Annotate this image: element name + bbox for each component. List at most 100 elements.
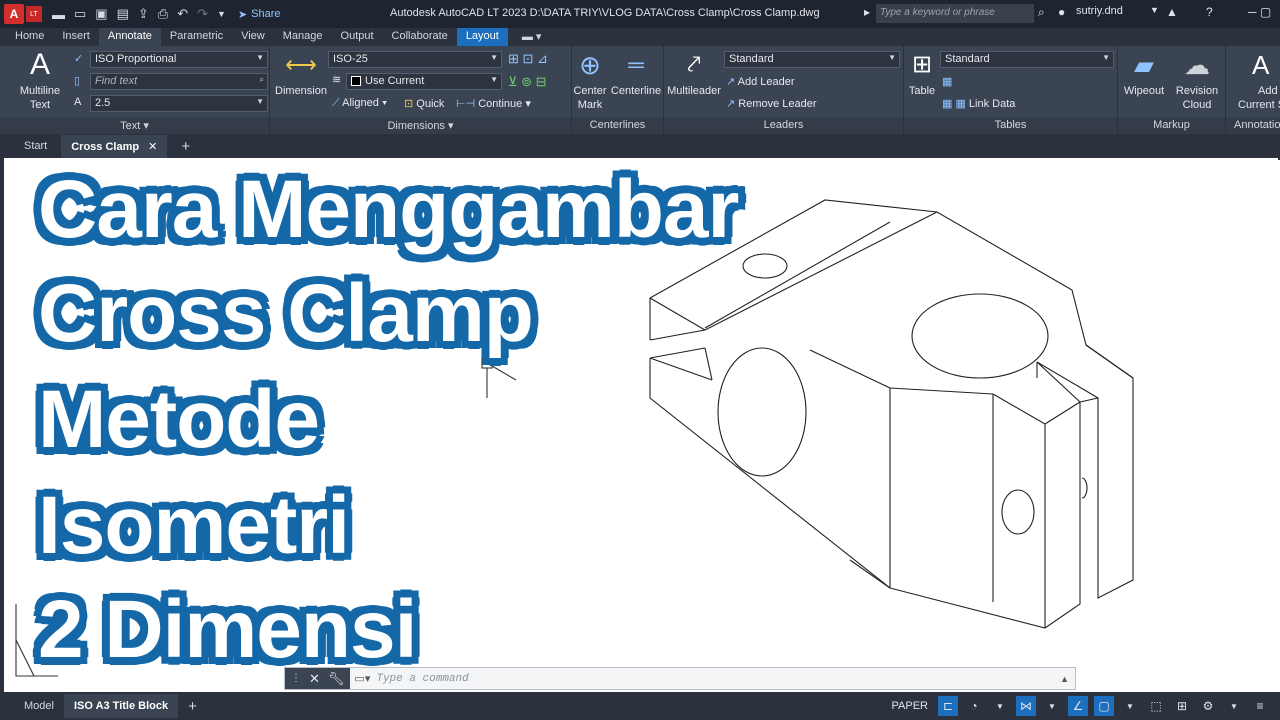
redo-icon[interactable]: ↷ bbox=[197, 6, 208, 22]
close-icon[interactable]: ✕ bbox=[309, 671, 320, 687]
check-spelling-icon[interactable]: ✓ bbox=[74, 52, 83, 65]
dropdown-icon-2[interactable]: ▼ bbox=[1042, 696, 1062, 716]
dimension-button[interactable]: ⟷ Dimension bbox=[274, 50, 328, 98]
link-data-button[interactable]: ▦ ▦ Link Data bbox=[942, 97, 1015, 110]
snap-icon[interactable]: ◔ bbox=[964, 696, 984, 716]
tab-insert[interactable]: Insert bbox=[53, 28, 99, 46]
add-current-scale-button[interactable]: A Add Current S bbox=[1232, 50, 1280, 112]
wrench-icon[interactable]: 🔧︎ bbox=[328, 671, 345, 687]
tab-annotate[interactable]: Annotate bbox=[98, 28, 161, 46]
help-icon[interactable]: ? bbox=[1206, 5, 1213, 19]
selection-cycling-icon[interactable]: ⬚ bbox=[1146, 696, 1166, 716]
table-icon: ⊞ bbox=[911, 51, 933, 78]
center-mark-label: Center bbox=[573, 85, 607, 97]
continue-dimension-button[interactable]: ⊢⊣ Continue ▾ bbox=[456, 97, 531, 110]
layout-tab-iso-a3[interactable]: ISO A3 Title Block bbox=[63, 694, 179, 718]
center-mark-icon: ⊕ bbox=[579, 50, 601, 80]
chevron-right-icon[interactable]: ▸ bbox=[864, 5, 870, 19]
clamp-edge bbox=[1079, 397, 1099, 403]
new-tab-icon[interactable]: + bbox=[171, 133, 200, 160]
command-prompt-icon[interactable]: ▭▾ bbox=[354, 672, 370, 685]
dropdown-icon-3[interactable]: ▼ bbox=[1120, 696, 1140, 716]
autodesk-app-icon[interactable]: ▲ bbox=[1166, 5, 1178, 19]
dim-tools-row-1[interactable]: ⊞ ⊡ ⊿ bbox=[508, 51, 548, 67]
tab-layout[interactable]: Layout bbox=[456, 28, 508, 46]
ribbon-tabs: Home Insert Annotate Parametric View Man… bbox=[0, 28, 1280, 46]
tab-collaborate[interactable]: Collaborate bbox=[383, 28, 457, 46]
new-file-icon[interactable]: ▬ bbox=[52, 7, 65, 22]
customize-toolbar-icon[interactable]: ▼ bbox=[217, 9, 226, 19]
open-file-icon[interactable]: ▭ bbox=[74, 6, 86, 22]
window-controls[interactable]: ─ ▢ bbox=[1248, 5, 1271, 19]
command-line: ⋮ ✕ 🔧︎ ▭▾ Type a command ▲ bbox=[284, 667, 1076, 690]
aligned-dimension-button[interactable]: ⟋ Aligned ▾ bbox=[332, 97, 387, 110]
text-panel-label[interactable]: Text ▾ bbox=[0, 117, 269, 134]
customization-menu-icon[interactable]: ≡ bbox=[1250, 696, 1270, 716]
save-icon[interactable]: ▣ bbox=[95, 6, 107, 22]
revision-label-2: Cloud bbox=[1182, 99, 1212, 111]
object-snap-icon[interactable]: ▢ bbox=[1094, 696, 1114, 716]
add-label: Add bbox=[1258, 85, 1278, 97]
share-button[interactable]: ➤ Share bbox=[238, 8, 281, 21]
find-text-input[interactable]: Find text ⌕ bbox=[90, 73, 268, 90]
dim-tools-row-2[interactable]: ⊻ ⊚ ⊟ bbox=[508, 74, 547, 90]
tab-parametric[interactable]: Parametric bbox=[161, 28, 232, 46]
settings-gear-icon[interactable]: ⚙ bbox=[1198, 696, 1218, 716]
file-tab-start[interactable]: Start bbox=[14, 135, 57, 157]
multiline-text-button[interactable]: A Multiline Text bbox=[12, 50, 68, 112]
tab-manage[interactable]: Manage bbox=[274, 28, 332, 46]
publish-icon[interactable]: ⇪ bbox=[138, 6, 149, 22]
user-name[interactable]: sutriy.dnd bbox=[1076, 5, 1123, 17]
close-tab-icon[interactable]: ✕ bbox=[148, 141, 157, 153]
print-icon[interactable]: ⎙ bbox=[158, 6, 168, 22]
text-height-icon: A bbox=[74, 96, 82, 108]
search-icon[interactable]: ⌕ bbox=[1038, 5, 1045, 20]
quick-label: Quick bbox=[416, 98, 445, 110]
wipeout-button[interactable]: ▰ Wipeout bbox=[1120, 50, 1168, 98]
text-height-select[interactable]: 2.5 ▼ bbox=[90, 95, 268, 112]
revision-cloud-button[interactable]: ☁ Revision Cloud bbox=[1170, 50, 1224, 112]
dim-layer-select[interactable]: Use Current ▼ bbox=[346, 73, 502, 90]
command-input[interactable]: Type a command bbox=[370, 673, 1060, 685]
dropdown-icon-4[interactable]: ▼ bbox=[1224, 696, 1244, 716]
search-input[interactable]: Type a keyword or phrase bbox=[876, 4, 1034, 23]
paper-space-toggle[interactable]: PAPER bbox=[892, 700, 928, 712]
dimensions-panel-label[interactable]: Dimensions ▾ bbox=[270, 117, 571, 134]
add-leader-button[interactable]: ↗ Add Leader bbox=[726, 75, 795, 88]
file-tab-cross-clamp[interactable]: Cross Clamp ✕ bbox=[61, 134, 168, 158]
user-dropdown-icon[interactable]: ▼ bbox=[1150, 5, 1159, 15]
tab-output[interactable]: Output bbox=[332, 28, 383, 46]
grip-icon[interactable]: ⋮ bbox=[291, 673, 301, 684]
table-style-select[interactable]: Standard ▼ bbox=[940, 51, 1114, 68]
leaders-panel-title: Leaders bbox=[763, 119, 804, 131]
autocad-logo-icon[interactable]: A bbox=[4, 4, 24, 24]
dropdown-icon[interactable]: ▼ bbox=[990, 696, 1010, 716]
isodraft-icon[interactable]: ∠ bbox=[1068, 696, 1088, 716]
user-icon[interactable]: ● bbox=[1058, 5, 1065, 19]
object-snap-tracking-icon[interactable]: ⋈ bbox=[1016, 696, 1036, 716]
tab-view[interactable]: View bbox=[232, 28, 274, 46]
save-as-icon[interactable]: ▤ bbox=[117, 6, 129, 22]
multileader-button[interactable]: ⤤ Multileader bbox=[666, 50, 722, 98]
command-history-icon[interactable]: ▲ bbox=[1060, 674, 1069, 684]
layout-tab-model[interactable]: Model bbox=[14, 694, 64, 718]
annotation-scale-icon[interactable]: ⊞ bbox=[1172, 696, 1192, 716]
remove-leader-button[interactable]: ↗ Remove Leader bbox=[726, 97, 817, 110]
center-mark-button[interactable]: ⊕ Center Mark bbox=[572, 50, 608, 112]
drawing-canvas[interactable]: Cara Menggambar Cross Clamp Metode Isome… bbox=[4, 160, 1280, 692]
table-button[interactable]: ⊞ Table bbox=[906, 50, 938, 98]
new-layout-icon[interactable]: + bbox=[178, 696, 207, 717]
undo-icon[interactable]: ↶ bbox=[177, 6, 188, 22]
leaders-panel-label[interactable]: Leaders bbox=[664, 117, 903, 134]
multiline-label-2: Text bbox=[29, 99, 51, 111]
tab-home[interactable]: Home bbox=[6, 28, 53, 46]
leader-style-select[interactable]: Standard ▼ bbox=[724, 51, 900, 68]
quick-dimension-button[interactable]: ⊡ Quick bbox=[404, 97, 444, 110]
text-style-select[interactable]: ISO Proportional ▼ bbox=[90, 51, 268, 68]
ribbon-options-icon[interactable]: ▬ ▾ bbox=[514, 28, 550, 46]
grid-icon[interactable]: ⊏ bbox=[938, 696, 958, 716]
extract-data-icon[interactable]: ▦ bbox=[942, 75, 952, 88]
dim-style-select[interactable]: ISO-25 ▼ bbox=[328, 51, 502, 68]
centerline-button[interactable]: ═ Centerline bbox=[608, 50, 664, 98]
center-mark-label-2: Mark bbox=[577, 99, 603, 111]
